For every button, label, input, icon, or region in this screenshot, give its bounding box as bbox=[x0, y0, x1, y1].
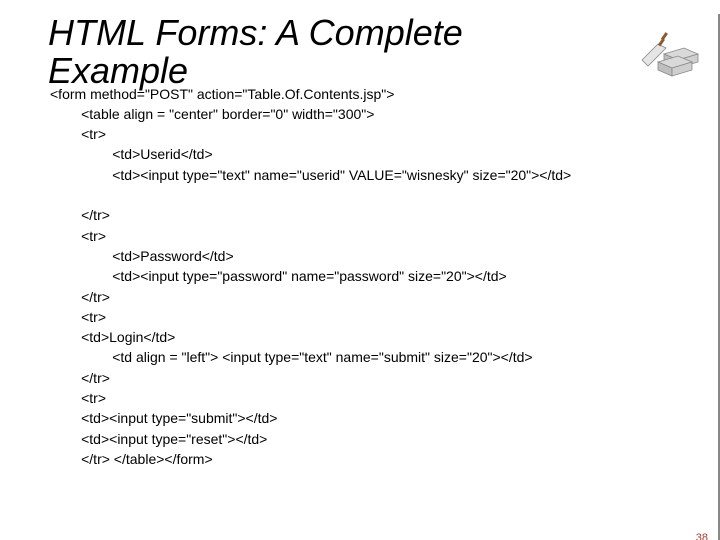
code-line: <td><input type="submit"></td> bbox=[50, 410, 277, 426]
code-line: </tr> bbox=[50, 370, 110, 386]
slide-title: HTML Forms: A Complete Example bbox=[48, 14, 608, 90]
code-line: <tr> bbox=[50, 309, 106, 325]
code-line: <td>Login</td> bbox=[50, 329, 175, 345]
code-line: <form method="POST" action="Table.Of.Con… bbox=[50, 86, 394, 102]
code-line: <td><input type="text" name="userid" VAL… bbox=[50, 167, 571, 183]
code-line: <tr> bbox=[50, 390, 106, 406]
code-line: <tr> bbox=[50, 126, 106, 142]
code-line: <td>Userid</td> bbox=[50, 146, 213, 162]
code-line: </tr> bbox=[50, 289, 110, 305]
trowel-bricks-icon bbox=[630, 24, 700, 84]
code-line: <table align = "center" border="0" width… bbox=[50, 106, 374, 122]
code-line: </tr> </table></form> bbox=[50, 451, 213, 467]
page-number: 38 bbox=[696, 532, 708, 540]
code-block: <form method="POST" action="Table.Of.Con… bbox=[50, 84, 718, 470]
code-line: <td><input type="password" name="passwor… bbox=[50, 268, 507, 284]
code-line: <td>Password</td> bbox=[50, 248, 234, 264]
code-line: <td align = "left"> <input type="text" n… bbox=[50, 349, 533, 365]
code-line: </tr> bbox=[50, 207, 110, 223]
code-line: <td><input type="reset"></td> bbox=[50, 431, 267, 447]
code-line: <tr> bbox=[50, 228, 106, 244]
